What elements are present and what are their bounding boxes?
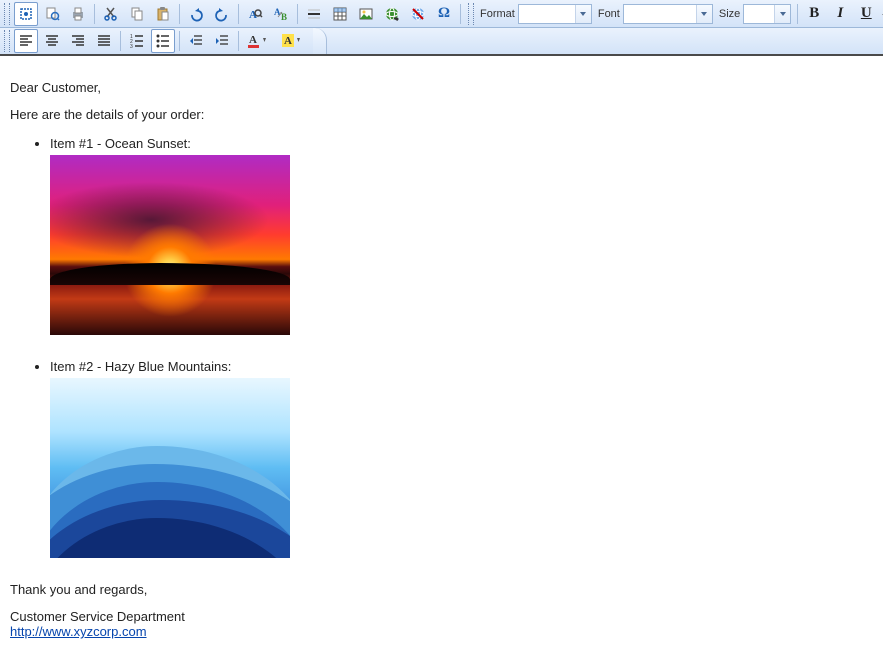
size-label: Size [719, 8, 740, 20]
item-label: Item #2 - Hazy Blue Mountains: [50, 359, 231, 374]
separator [179, 4, 180, 24]
print-button[interactable] [66, 2, 90, 26]
text-color-button[interactable]: A [243, 29, 275, 53]
undo-button[interactable] [184, 2, 208, 26]
intro: Here are the details of your order: [10, 107, 873, 122]
separator [460, 4, 461, 24]
list-item: Item #2 - Hazy Blue Mountains: [50, 359, 873, 558]
bold-button[interactable]: B [802, 2, 826, 26]
separator [238, 31, 239, 51]
font-field: Font [598, 4, 713, 24]
insert-link-button[interactable] [380, 2, 404, 26]
outdent-button[interactable] [184, 29, 208, 53]
svg-text:3: 3 [130, 44, 133, 49]
corp-link[interactable]: http://www.xyzcorp.com [10, 624, 147, 639]
format-combo[interactable] [518, 4, 592, 24]
separator [297, 4, 298, 24]
order-list: Item #1 - Ocean Sunset: Item #2 - Hazy B… [10, 136, 873, 558]
toolbar-tail [313, 28, 327, 54]
list-item: Item #1 - Ocean Sunset: [50, 136, 873, 335]
bold-icon: B [809, 5, 819, 22]
find-button[interactable]: A [243, 2, 267, 26]
editor-body[interactable]: Dear Customer, Here are the details of y… [0, 56, 883, 651]
align-center-button[interactable] [40, 29, 64, 53]
align-left-button[interactable] [14, 29, 38, 53]
align-right-button[interactable] [66, 29, 90, 53]
svg-text:A: A [249, 34, 257, 46]
item-label: Item #1 - Ocean Sunset: [50, 136, 191, 151]
indent-button[interactable] [210, 29, 234, 53]
toolbar-grip [4, 3, 10, 25]
unordered-list-button[interactable] [151, 29, 175, 53]
chevron-down-icon [696, 5, 712, 23]
greeting: Dear Customer, [10, 80, 873, 95]
insert-hr-button[interactable] [302, 2, 326, 26]
copy-button[interactable] [125, 2, 149, 26]
separator [94, 4, 95, 24]
separator [120, 31, 121, 51]
toolbar-row-2: 123 A A [0, 28, 883, 56]
separator [238, 4, 239, 24]
image-ocean-sunset[interactable] [50, 155, 290, 335]
remove-link-button[interactable] [406, 2, 430, 26]
chevron-down-icon [575, 5, 591, 23]
omega-icon: Ω [438, 5, 450, 22]
print-preview-button[interactable] [40, 2, 64, 26]
underline-button[interactable]: U [854, 2, 878, 26]
signature-block: Customer Service Department http://www.x… [10, 609, 873, 639]
size-field: Size [719, 4, 791, 24]
font-combo[interactable] [623, 4, 713, 24]
cut-button[interactable] [99, 2, 123, 26]
toolbar-grip [468, 3, 474, 25]
size-combo[interactable] [743, 4, 791, 24]
underline-icon: U [861, 5, 872, 22]
paste-button[interactable] [151, 2, 175, 26]
font-label: Font [598, 8, 620, 20]
align-justify-button[interactable] [92, 29, 116, 53]
separator [179, 31, 180, 51]
format-field: Format [480, 4, 592, 24]
toolbar-grip [4, 30, 10, 52]
ordered-list-button[interactable]: 123 [125, 29, 149, 53]
replace-button[interactable]: AB [269, 2, 293, 26]
fullscreen-button[interactable] [14, 2, 38, 26]
chevron-down-icon [774, 5, 790, 23]
redo-button[interactable] [210, 2, 234, 26]
thanks: Thank you and regards, [10, 582, 873, 597]
insert-table-button[interactable] [328, 2, 352, 26]
italic-icon: I [837, 5, 843, 22]
svg-text:A: A [274, 7, 281, 17]
image-hazy-mountains[interactable] [50, 378, 290, 558]
italic-button[interactable]: I [828, 2, 852, 26]
svg-text:A: A [284, 35, 292, 47]
separator [797, 4, 798, 24]
toolbar-row-1: A AB Ω Format Font [0, 0, 883, 28]
format-label: Format [480, 8, 515, 20]
signature: Customer Service Department [10, 609, 185, 624]
insert-image-button[interactable] [354, 2, 378, 26]
insert-symbol-button[interactable]: Ω [432, 2, 456, 26]
highlight-color-button[interactable]: A [277, 29, 309, 53]
